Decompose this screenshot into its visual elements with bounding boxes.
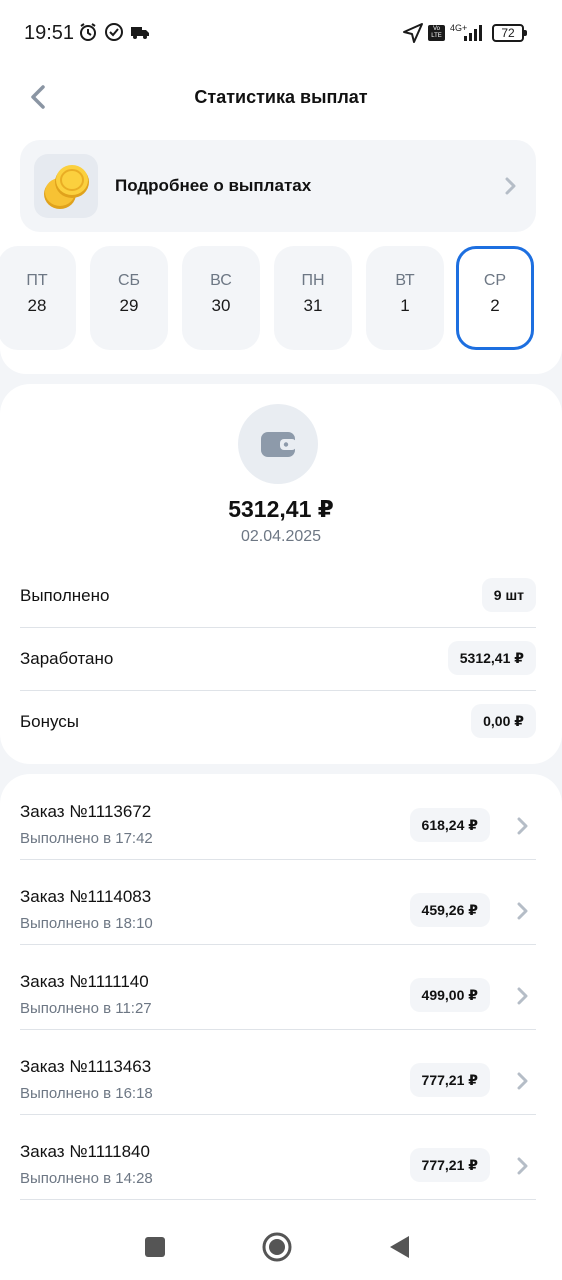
day-number: 28 bbox=[27, 296, 47, 315]
chevron-right-icon bbox=[516, 901, 528, 926]
day-tile-sat[interactable]: СБ 29 bbox=[90, 246, 168, 350]
stat-value: 0,00 ₽ bbox=[471, 704, 536, 738]
order-row[interactable]: Заказ №1113463 Выполнено в 16:18 777,21 … bbox=[20, 1029, 536, 1115]
payout-info-label: Подробнее о выплатах bbox=[115, 176, 312, 195]
total-date: 02.04.2025 bbox=[240, 528, 322, 545]
day-tile-tue[interactable]: ВТ 1 bbox=[366, 246, 444, 350]
status-bar: 19:51 Vo LTE 4G+ 72 bbox=[0, 0, 562, 66]
payout-info-card[interactable]: Подробнее о выплатах bbox=[20, 140, 536, 232]
volte-icon: Vo LTE bbox=[428, 25, 445, 41]
order-amount: 777,21 ₽ bbox=[409, 1148, 490, 1182]
stat-label: Выполнено bbox=[20, 586, 110, 605]
stat-label: Заработано bbox=[20, 649, 114, 668]
stat-row-completed: Выполнено 9 шт bbox=[20, 564, 536, 628]
recents-button[interactable] bbox=[140, 1232, 170, 1262]
chevron-right-icon bbox=[516, 816, 528, 841]
day-name: ВС bbox=[210, 272, 232, 289]
day-number: 1 bbox=[400, 296, 410, 315]
battery-indicator: 72 bbox=[492, 24, 527, 42]
day-number: 31 bbox=[303, 296, 323, 315]
order-amount: 777,21 ₽ bbox=[409, 1063, 490, 1097]
stat-label: Бонусы bbox=[20, 712, 80, 731]
network-type: 4G+ bbox=[450, 23, 467, 33]
day-name: ВТ bbox=[395, 272, 415, 289]
day-tile-mon[interactable]: ПН 31 bbox=[274, 246, 352, 350]
order-title: Заказ №1111840 bbox=[20, 1142, 150, 1161]
chevron-right-icon bbox=[516, 1071, 528, 1096]
day-selector: ПТ 28 СБ 29 ВС 30 ПН 31 ВТ 1 СР 2 bbox=[0, 246, 562, 350]
order-amount: 499,00 ₽ bbox=[409, 978, 490, 1012]
order-subtitle: Выполнено в 11:27 bbox=[20, 1000, 152, 1017]
stat-value: 5312,41 ₽ bbox=[447, 641, 536, 675]
home-button[interactable] bbox=[262, 1232, 292, 1262]
orders-list: Заказ №1113672 Выполнено в 17:42 618,24 … bbox=[0, 774, 562, 1214]
stat-row-bonus: Бонусы 0,00 ₽ bbox=[20, 690, 536, 754]
square-icon bbox=[145, 1237, 165, 1257]
triangle-back-icon bbox=[390, 1236, 409, 1258]
order-amount: 618,24 ₽ bbox=[409, 808, 490, 842]
order-subtitle: Выполнено в 18:10 bbox=[20, 915, 153, 932]
chevron-right-icon bbox=[516, 1156, 528, 1181]
stat-value: 9 шт bbox=[481, 578, 536, 612]
day-number: 30 bbox=[211, 296, 231, 315]
day-name: СР bbox=[483, 272, 507, 289]
day-tile-sun[interactable]: ВС 30 bbox=[182, 246, 260, 350]
day-name: ПТ bbox=[26, 272, 48, 289]
day-tile-wed[interactable]: СР 2 bbox=[456, 246, 534, 350]
wallet-icon bbox=[238, 404, 318, 484]
order-row[interactable]: Заказ №1111140 Выполнено в 11:27 499,00 … bbox=[20, 944, 536, 1030]
system-nav-bar bbox=[0, 1214, 562, 1280]
total-amount: 5312,41 ₽ bbox=[228, 496, 334, 522]
status-time: 19:51 bbox=[24, 22, 75, 44]
location-arrow-icon bbox=[402, 22, 424, 49]
signal-icon: 4G+ bbox=[450, 22, 486, 49]
home-circle-icon bbox=[262, 1232, 292, 1262]
order-title: Заказ №1114083 bbox=[20, 887, 152, 906]
order-amount: 459,26 ₽ bbox=[409, 893, 490, 927]
order-row[interactable]: Заказ №1111840 Выполнено в 14:28 777,21 … bbox=[20, 1114, 536, 1200]
order-row[interactable]: Заказ №1114083 Выполнено в 18:10 459,26 … bbox=[20, 859, 536, 945]
order-subtitle: Выполнено в 14:28 bbox=[20, 1170, 153, 1187]
chevron-right-icon bbox=[504, 176, 516, 201]
page-title: Статистика выплат bbox=[194, 87, 368, 107]
order-title: Заказ №1113672 bbox=[20, 802, 152, 821]
header: Статистика выплат bbox=[0, 66, 562, 130]
day-number: 29 bbox=[119, 296, 139, 315]
order-row[interactable]: Заказ №1113672 Выполнено в 17:42 618,24 … bbox=[20, 774, 536, 860]
summary-card: 5312,41 ₽ 02.04.2025 Выполнено 9 шт Зара… bbox=[0, 384, 562, 764]
alarm-icon bbox=[78, 22, 98, 47]
order-title: Заказ №1111140 bbox=[20, 972, 149, 991]
back-nav-button[interactable] bbox=[384, 1232, 414, 1262]
coin-icon bbox=[34, 154, 98, 218]
chevron-right-icon bbox=[516, 986, 528, 1011]
order-title: Заказ №1113463 bbox=[20, 1057, 152, 1076]
check-circle-icon bbox=[104, 22, 124, 47]
day-name: СБ bbox=[117, 272, 141, 289]
day-tile-fri[interactable]: ПТ 28 bbox=[0, 246, 76, 350]
order-subtitle: Выполнено в 17:42 bbox=[20, 830, 153, 847]
day-number: 2 bbox=[490, 296, 500, 315]
order-subtitle: Выполнено в 16:18 bbox=[20, 1085, 153, 1102]
stat-row-earned: Заработано 5312,41 ₽ bbox=[20, 627, 536, 691]
truck-icon bbox=[130, 22, 150, 47]
day-name: ПН bbox=[301, 272, 325, 289]
